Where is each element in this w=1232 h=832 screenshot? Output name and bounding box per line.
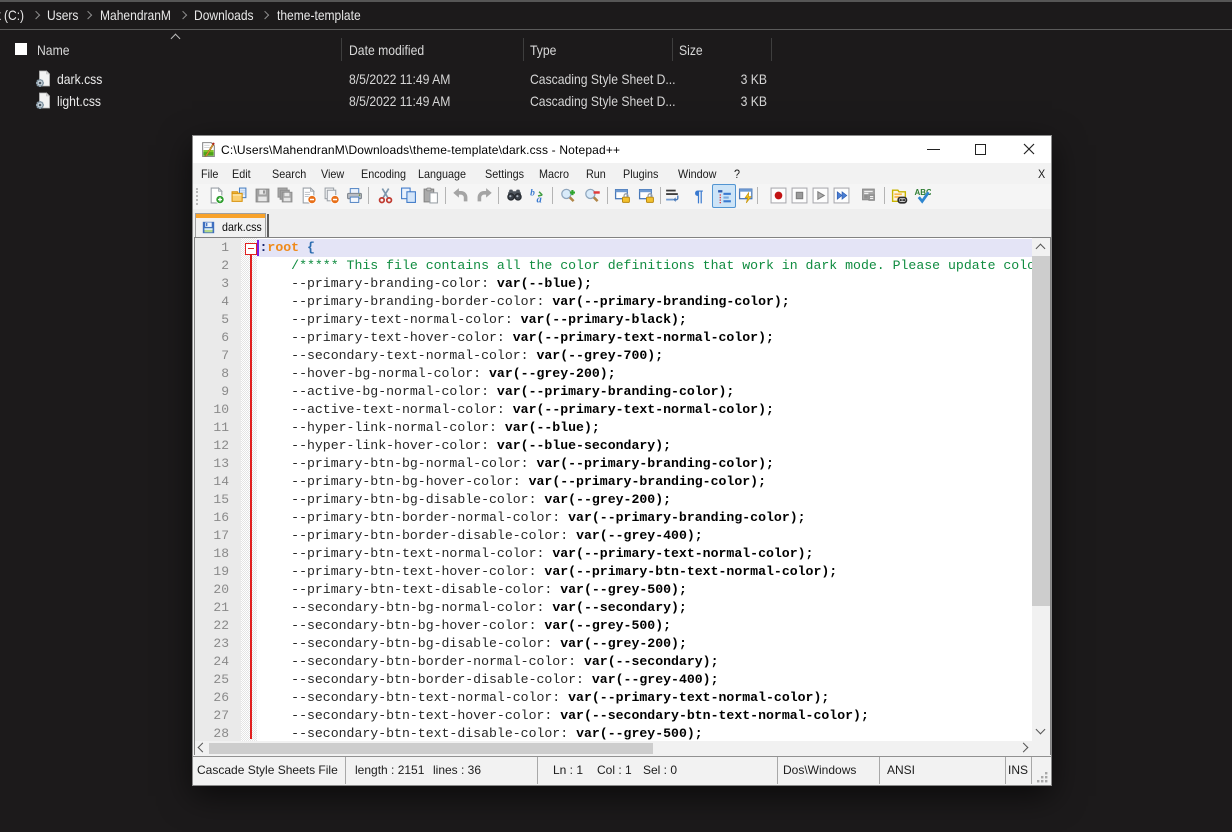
svg-text:b: b [530, 188, 535, 199]
svg-text:¶: ¶ [695, 188, 704, 204]
